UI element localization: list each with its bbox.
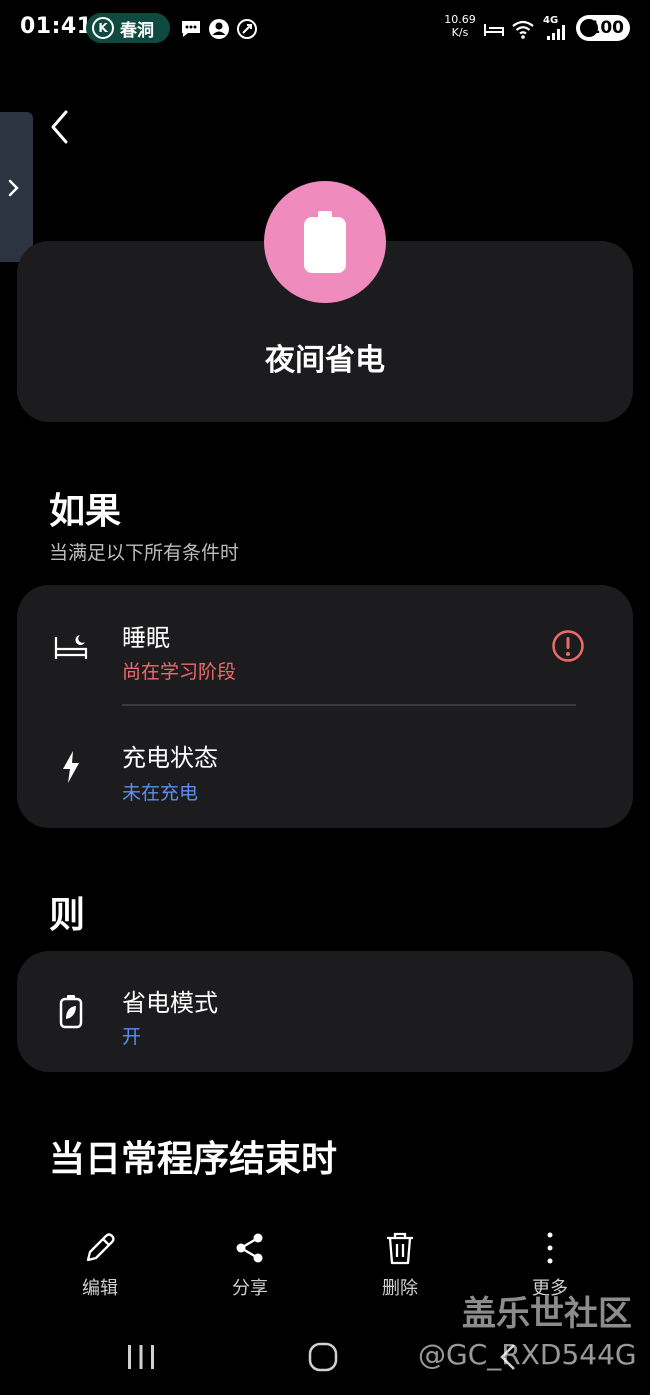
watermark-handle: @GC_RXD544G bbox=[418, 1338, 637, 1371]
watermark-title: 盖乐世社区 bbox=[462, 1294, 632, 1334]
status-time: 01:41 bbox=[20, 14, 93, 39]
delete-button[interactable]: 删除 bbox=[350, 1228, 450, 1308]
home-icon[interactable] bbox=[308, 1342, 338, 1372]
share-button[interactable]: 分享 bbox=[200, 1228, 300, 1308]
if-section-title: 如果 bbox=[49, 491, 122, 532]
battery-leaf-icon bbox=[59, 995, 83, 1029]
pencil-icon bbox=[86, 1233, 115, 1262]
then-section-title: 则 bbox=[49, 895, 86, 936]
status-pill-label: 春洞 bbox=[120, 20, 154, 41]
condition-status: 未在充电 bbox=[122, 782, 199, 804]
edit-button[interactable]: 编辑 bbox=[50, 1228, 150, 1308]
condition-status: 尚在学习阶段 bbox=[122, 661, 237, 683]
routine-icon-circle bbox=[264, 181, 386, 303]
action-title: 省电模式 bbox=[122, 989, 218, 1017]
battery-icon bbox=[304, 211, 346, 273]
chevron-right-icon bbox=[8, 179, 19, 197]
action-status: 开 bbox=[122, 1026, 142, 1048]
edge-panel-handle[interactable] bbox=[0, 112, 33, 262]
condition-row-sleep[interactable]: 睡眠 尚在学习阶段 bbox=[17, 585, 633, 705]
cell-signal-icon bbox=[547, 25, 565, 40]
delete-label: 删除 bbox=[382, 1278, 418, 1299]
lightning-icon bbox=[63, 751, 79, 783]
condition-title: 充电状态 bbox=[122, 744, 218, 772]
status-app-pill[interactable]: K 春洞 bbox=[86, 13, 170, 43]
condition-row-charging[interactable]: 充电状态 未在充电 bbox=[17, 706, 633, 828]
recent-apps-icon[interactable] bbox=[126, 1344, 156, 1370]
chat-bubble-icon bbox=[182, 21, 200, 37]
bed-status-icon bbox=[484, 24, 504, 36]
edit-label: 编辑 bbox=[82, 1278, 118, 1299]
end-section-title: 当日常程序结束时 bbox=[49, 1139, 338, 1180]
wifi-icon bbox=[512, 20, 534, 39]
alert-circle-icon[interactable] bbox=[551, 629, 585, 663]
share-label: 分享 bbox=[232, 1278, 268, 1299]
k-logo-icon: K bbox=[92, 17, 114, 39]
net-speed: 10.69 K/s bbox=[444, 13, 476, 39]
account-icon bbox=[209, 19, 229, 39]
sleep-bed-icon bbox=[54, 635, 88, 659]
battery-saver-leaf-icon bbox=[580, 19, 598, 37]
action-row-power-saving[interactable]: 省电模式 开 bbox=[17, 951, 633, 1072]
rocket-icon bbox=[237, 19, 257, 39]
if-section-subtitle: 当满足以下所有条件时 bbox=[49, 542, 240, 564]
more-vertical-icon bbox=[547, 1232, 553, 1264]
battery-indicator: 100 bbox=[576, 15, 630, 41]
share-icon bbox=[236, 1233, 263, 1263]
back-arrow-icon[interactable] bbox=[46, 108, 76, 146]
condition-title: 睡眠 bbox=[122, 624, 170, 652]
routine-title: 夜间省电 bbox=[265, 343, 385, 378]
trash-icon bbox=[387, 1232, 413, 1265]
